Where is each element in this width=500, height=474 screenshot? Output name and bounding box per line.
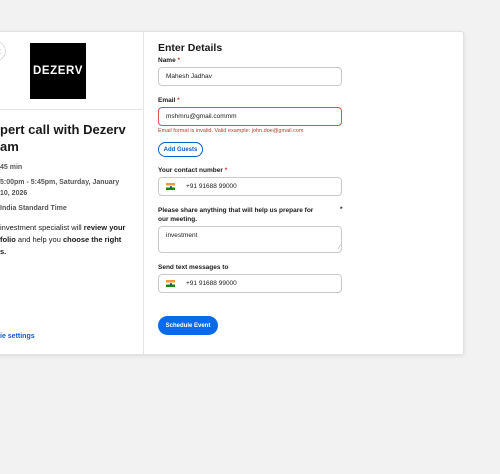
pane-divider [143, 31, 144, 354]
chevron-left-icon: ‹ [0, 46, 1, 57]
india-flag-icon[interactable] [166, 183, 175, 190]
event-datetime: 5:00pm - 5:45pm, Saturday, January 10, 2… [0, 179, 120, 197]
sms-label: Send text messages to [158, 264, 229, 271]
share-textarea[interactable]: investment ⁄ [158, 226, 342, 253]
india-flag-icon[interactable] [166, 280, 175, 287]
cookie-settings-link[interactable]: ie settings [0, 333, 35, 340]
email-field[interactable]: mshmru@gmail.commm [158, 107, 342, 126]
form-title: Enter Details [158, 42, 223, 54]
company-logo: DEZERV [30, 43, 86, 99]
event-timezone: India Standard Time [0, 205, 67, 212]
contact-label: Your contact number * [158, 167, 228, 174]
event-description: investment specialist will review your f… [0, 223, 126, 256]
name-label: Name * [158, 57, 181, 64]
share-label: Please share anything that will help us … [158, 207, 314, 223]
logo-divider [0, 109, 143, 110]
email-error-message: Email format is invalid. Valid example: … [158, 128, 304, 134]
logo-text: DEZERV [32, 65, 84, 77]
event-duration: 45 min [0, 164, 23, 171]
add-guests-button[interactable]: Add Guests [158, 142, 203, 157]
email-label: Email * [158, 97, 180, 104]
resize-handle-icon[interactable]: ⁄ [339, 245, 340, 251]
share-required-marker: * [340, 206, 343, 213]
event-title: pert call with Dezerv am [0, 122, 126, 154]
contact-number-field[interactable]: +91 91688 99000 [158, 177, 342, 196]
sms-number-field[interactable]: +91 91688 99000 [158, 274, 342, 293]
schedule-event-button[interactable]: Schedule Event [158, 316, 218, 335]
name-field[interactable]: Mahesh Jadhav [158, 67, 342, 86]
